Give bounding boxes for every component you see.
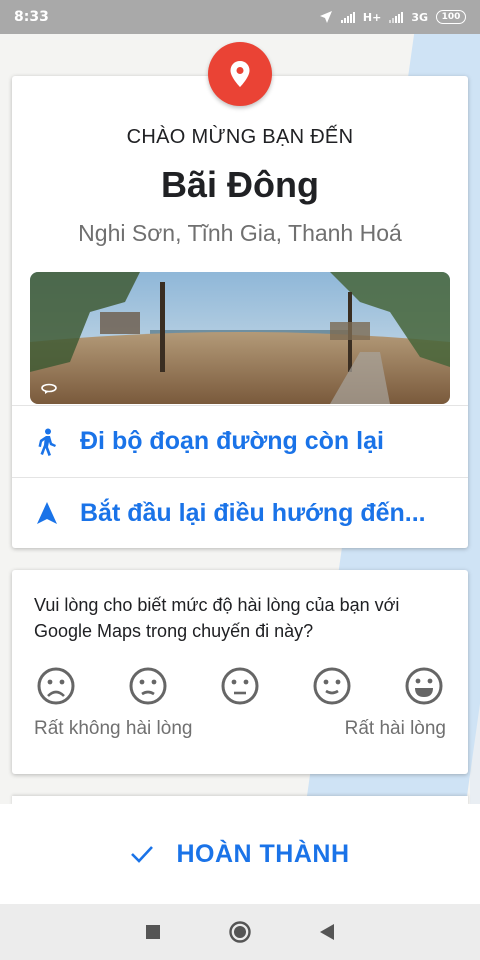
location-pin-icon [230,61,250,87]
home-circle-icon[interactable] [225,917,255,947]
place-address: Nghi Sơn, Tĩnh Gia, Thanh Hoá [78,220,402,246]
signal-icon [340,11,355,23]
destination-pin [208,42,272,106]
satisfaction-card: Vui lòng cho biết mức độ hài lòng của bạ… [12,570,468,774]
arrival-card: CHÀO MỪNG BẠN ĐẾN Bãi Đông Nghi Sơn, Tĩn… [12,76,468,548]
done-button-label: HOÀN THÀNH [176,839,350,868]
place-photo[interactable] [30,272,450,404]
network-type-2: 3G [411,10,428,24]
satisfied-icon[interactable] [312,666,352,706]
scale-label-high: Rất hài lòng [344,718,446,739]
walking-icon [34,428,60,456]
restart-navigation-button[interactable]: Bắt đầu lại điều hướng đến... [12,477,468,548]
signal-icon-2 [389,11,404,23]
walk-remaining-label: Đi bộ đoạn đường còn lại [80,427,384,455]
back-triangle-icon[interactable] [312,917,342,947]
place-name: Bãi Đông [161,164,319,205]
battery-icon: 100 [436,10,466,24]
satisfaction-question: Vui lòng cho biết mức độ hài lòng của bạ… [34,595,400,641]
neutral-icon[interactable] [220,666,260,706]
system-nav-bar [0,904,480,960]
satisfaction-faces [36,666,446,706]
very-satisfied-icon[interactable] [404,666,444,706]
very-dissatisfied-icon[interactable] [36,666,76,706]
welcome-heading: CHÀO MỪNG BẠN ĐẾN [126,126,354,148]
scale-label-low: Rất không hài lòng [34,718,193,739]
status-time: 8:33 [14,9,49,25]
recents-square-icon[interactable] [138,917,168,947]
walk-remaining-button[interactable]: Đi bộ đoạn đường còn lại [12,405,468,477]
panorama-360-icon [41,383,57,394]
dissatisfied-icon[interactable] [128,666,168,706]
network-type-1: H+ [362,10,382,24]
status-bar: 8:33 H+ 3G 100 [0,0,480,34]
beach-panorama-image [30,272,450,404]
restart-navigation-label: Bắt đầu lại điều hướng đến... [80,498,426,527]
navigation-arrow-icon [34,501,60,525]
location-arrow-icon [319,11,332,23]
check-icon [130,845,154,863]
status-icons: H+ 3G 100 [319,10,466,24]
done-button[interactable]: HOÀN THÀNH [0,804,480,904]
battery-level: 100 [441,12,461,22]
